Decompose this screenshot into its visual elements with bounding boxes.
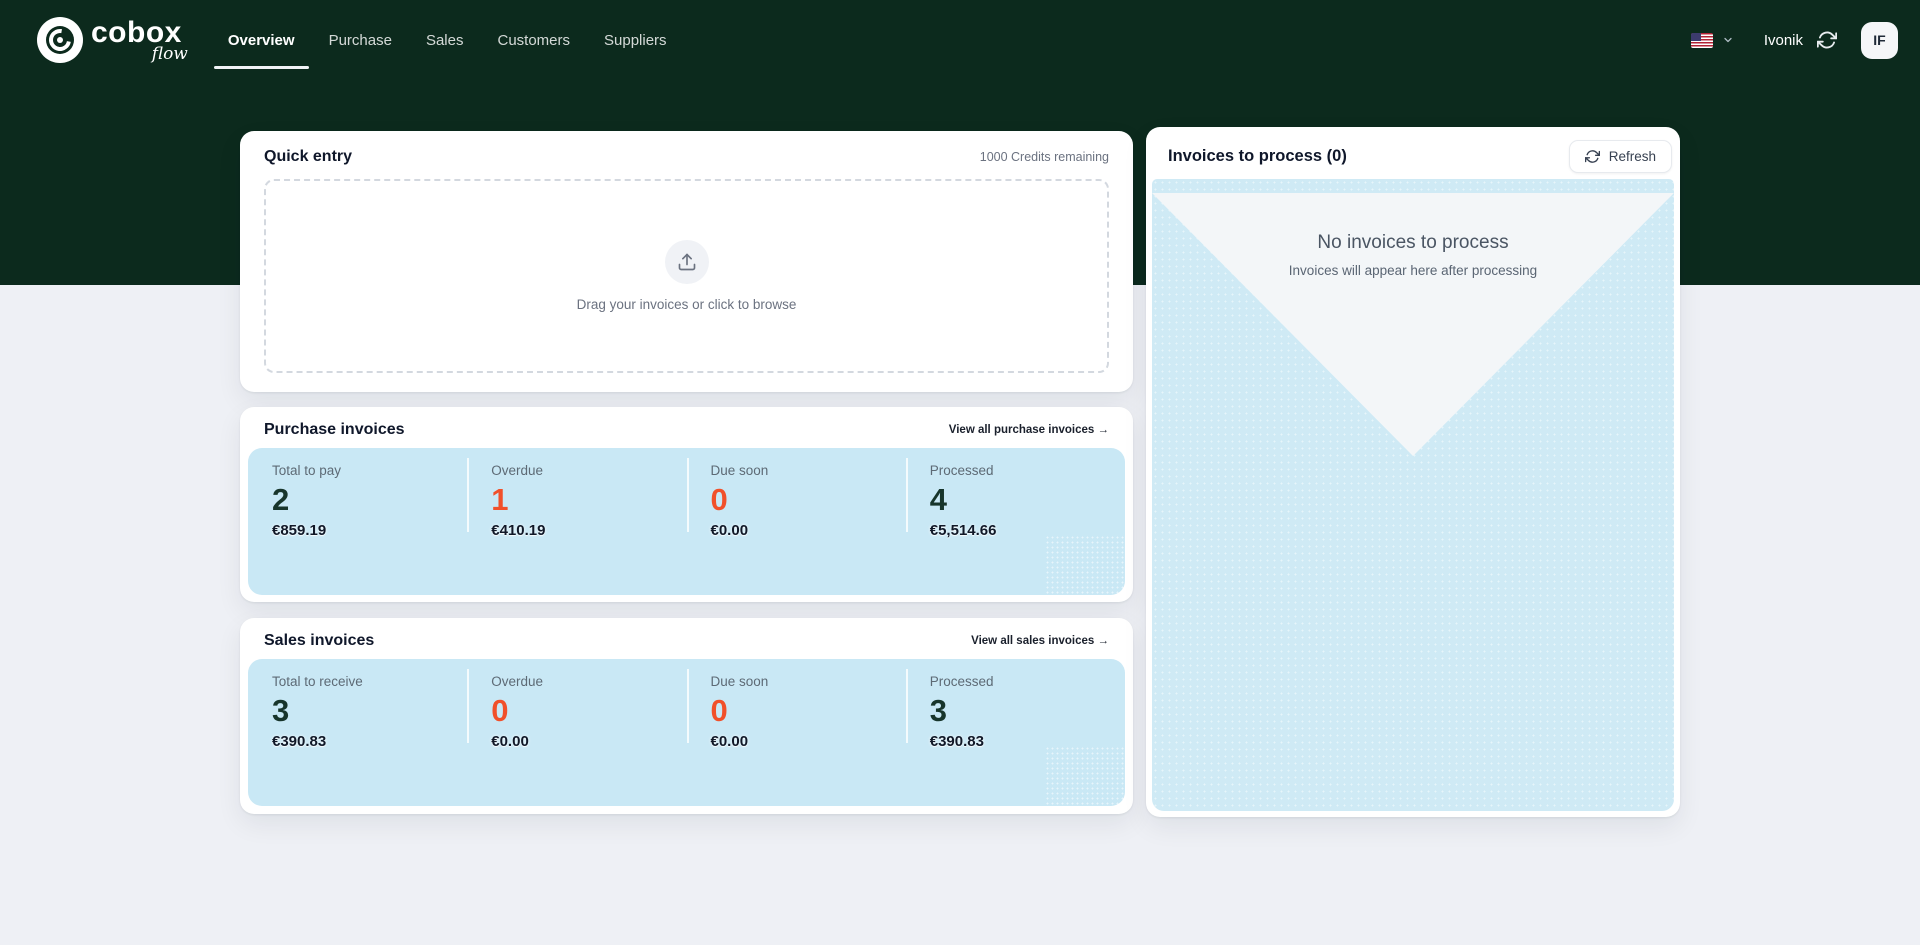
upload-icon bbox=[665, 240, 709, 284]
top-navigation-bar: cobox flow Overview Purchase Sales Custo… bbox=[0, 0, 1920, 80]
refresh-icon bbox=[1585, 149, 1600, 164]
stat-total-to-pay: Total to pay 2 €859.19 bbox=[248, 448, 467, 595]
stat-count: 1 bbox=[491, 481, 676, 520]
stat-amount: €0.00 bbox=[491, 733, 676, 750]
cobox-logo-icon bbox=[37, 17, 83, 63]
sales-stats-panel: Total to receive 3 €390.83 Overdue 0 €0.… bbox=[248, 659, 1125, 806]
invoices-to-process-title: Invoices to process (0) bbox=[1168, 147, 1347, 166]
language-selector[interactable] bbox=[1687, 29, 1738, 52]
process-panel-body: No invoices to process Invoices will app… bbox=[1152, 179, 1674, 811]
purchase-invoices-card: Purchase invoices View all purchase invo… bbox=[240, 407, 1133, 602]
stat-count: 3 bbox=[930, 692, 1115, 731]
nav-item-overview[interactable]: Overview bbox=[228, 0, 295, 80]
credits-remaining: 1000 Credits remaining bbox=[980, 150, 1109, 164]
left-column: Quick entry 1000 Credits remaining Drag … bbox=[240, 131, 1133, 817]
sales-invoices-title: Sales invoices bbox=[264, 632, 374, 650]
dropzone-hint: Drag your invoices or click to browse bbox=[577, 297, 797, 312]
stat-count: 0 bbox=[711, 481, 896, 520]
user-avatar[interactable]: IF bbox=[1861, 22, 1898, 59]
chevron-down-icon bbox=[1722, 34, 1734, 46]
stat-amount: €5,514.66 bbox=[930, 522, 1115, 539]
stat-due-soon: Due soon 0 €0.00 bbox=[687, 448, 906, 595]
purchase-stats-panel: Total to pay 2 €859.19 Overdue 1 €410.19… bbox=[248, 448, 1125, 595]
stat-amount: €390.83 bbox=[272, 733, 457, 750]
brand-subname: flow bbox=[152, 46, 188, 63]
view-all-sales-invoices-link[interactable]: View all sales invoices → bbox=[971, 635, 1109, 647]
view-all-purchase-invoices-link[interactable]: View all purchase invoices → bbox=[949, 424, 1109, 436]
content-area: Quick entry 1000 Credits remaining Drag … bbox=[240, 131, 1680, 817]
refresh-button[interactable]: Refresh bbox=[1569, 140, 1672, 173]
stat-count: 0 bbox=[491, 692, 676, 731]
stat-overdue: Overdue 1 €410.19 bbox=[467, 448, 686, 595]
stat-amount: €0.00 bbox=[711, 733, 896, 750]
main-nav: Overview Purchase Sales Customers Suppli… bbox=[228, 0, 667, 80]
stat-overdue: Overdue 0 €0.00 bbox=[467, 659, 686, 806]
nav-item-purchase[interactable]: Purchase bbox=[329, 0, 392, 80]
stat-processed: Processed 4 €5,514.66 bbox=[906, 448, 1125, 595]
nav-item-suppliers[interactable]: Suppliers bbox=[604, 0, 667, 80]
quick-entry-card: Quick entry 1000 Credits remaining Drag … bbox=[240, 131, 1133, 392]
nav-item-sales[interactable]: Sales bbox=[426, 0, 464, 80]
brand-name: cobox bbox=[91, 18, 182, 48]
empty-state-title: No invoices to process bbox=[1152, 232, 1674, 254]
quick-entry-title: Quick entry bbox=[264, 148, 352, 166]
stat-amount: €859.19 bbox=[272, 522, 457, 539]
purchase-invoices-title: Purchase invoices bbox=[264, 421, 405, 439]
switch-account-icon[interactable] bbox=[1817, 30, 1837, 50]
stat-total-to-receive: Total to receive 3 €390.83 bbox=[248, 659, 467, 806]
stat-count: 4 bbox=[930, 481, 1115, 520]
sales-invoices-card: Sales invoices View all sales invoices →… bbox=[240, 618, 1133, 814]
username-label: Ivonik bbox=[1764, 32, 1803, 49]
cobox-logo[interactable]: cobox flow bbox=[37, 17, 182, 63]
stat-count: 2 bbox=[272, 481, 457, 520]
stat-count: 0 bbox=[711, 692, 896, 731]
stat-processed: Processed 3 €390.83 bbox=[906, 659, 1125, 806]
invoice-dropzone[interactable]: Drag your invoices or click to browse bbox=[264, 179, 1109, 373]
stat-amount: €410.19 bbox=[491, 522, 676, 539]
nav-item-customers[interactable]: Customers bbox=[497, 0, 570, 80]
invoices-to-process-panel: Invoices to process (0) Refresh No invoi… bbox=[1146, 127, 1680, 817]
stat-amount: €0.00 bbox=[711, 522, 896, 539]
stat-amount: €390.83 bbox=[930, 733, 1115, 750]
empty-state-subtitle: Invoices will appear here after processi… bbox=[1152, 263, 1674, 278]
us-flag-icon bbox=[1691, 33, 1713, 48]
stat-due-soon: Due soon 0 €0.00 bbox=[687, 659, 906, 806]
stat-count: 3 bbox=[272, 692, 457, 731]
topbar-right-section: Ivonik IF bbox=[1687, 22, 1898, 59]
